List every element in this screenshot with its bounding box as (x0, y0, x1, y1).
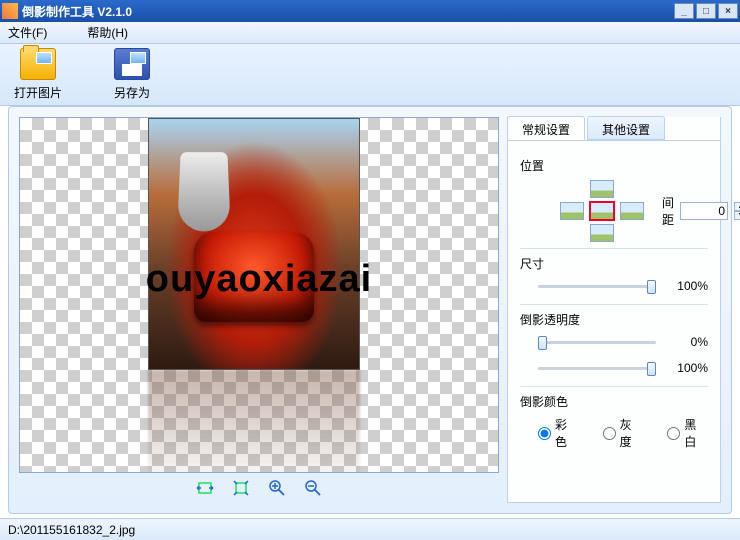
settings-panel: 常规设置 其他设置 位置 间距 (507, 117, 721, 503)
saveas-label: 另存为 (114, 84, 150, 101)
status-path: D:\201155161832_2.jpg (8, 523, 135, 537)
opacity-top-slider[interactable] (538, 334, 656, 350)
radio-bw[interactable]: 黑白 (667, 416, 708, 450)
size-slider-row: 100% (538, 278, 708, 294)
separator (520, 248, 708, 249)
color-radios: 彩色 灰度 黑白 (538, 416, 708, 450)
opacity-bottom-value: 100% (666, 361, 708, 375)
save-as-button[interactable]: 另存为 (114, 48, 150, 101)
open-image-button[interactable]: 打开图片 (14, 48, 62, 101)
size-value: 100% (666, 279, 708, 293)
pos-center[interactable] (590, 202, 614, 220)
window-controls: _ □ × (674, 3, 738, 19)
position-grid (560, 180, 646, 242)
zoom-in-icon[interactable] (268, 479, 286, 497)
close-button[interactable]: × (718, 3, 738, 19)
pos-top[interactable] (590, 180, 614, 198)
spacing-spinner: ▲ ▼ (734, 202, 740, 220)
tab-general[interactable]: 常规设置 (507, 116, 585, 140)
window-title: 倒影制作工具 V2.1.0 (22, 3, 674, 20)
preview-toolbar (19, 473, 499, 503)
separator (520, 386, 708, 387)
tabs: 常规设置 其他设置 (507, 116, 721, 140)
radio-bw-input[interactable] (667, 427, 680, 440)
opacity-bottom-slider[interactable] (538, 360, 656, 376)
pos-left[interactable] (560, 202, 584, 220)
opacity-bottom-row: 100% (538, 360, 708, 376)
pos-bottom[interactable] (590, 224, 614, 242)
tab-other[interactable]: 其他设置 (587, 116, 665, 140)
fit-screen-icon[interactable] (232, 479, 250, 497)
image-canvas[interactable]: ouyaoxiazai (19, 117, 499, 473)
menu-file[interactable]: 文件(F) (8, 24, 47, 41)
zoom-out-icon[interactable] (304, 479, 322, 497)
size-slider[interactable] (538, 278, 656, 294)
save-icon (114, 48, 150, 80)
panel-body: 位置 间距 ▲ ▼ (508, 140, 720, 502)
opacity-top-value: 0% (666, 335, 708, 349)
menu-bar: 文件(F) 帮助(H) (0, 22, 740, 44)
fit-width-icon[interactable] (196, 479, 214, 497)
color-label: 倒影颜色 (520, 393, 708, 410)
title-bar: 倒影制作工具 V2.1.0 _ □ × (0, 0, 740, 22)
position-label: 位置 (520, 157, 708, 174)
reflection-image (148, 370, 360, 473)
spacing-label: 间距 (662, 194, 674, 228)
status-bar: D:\201155161832_2.jpg (0, 518, 740, 540)
separator (520, 304, 708, 305)
open-label: 打开图片 (14, 84, 62, 101)
opacity-label: 倒影透明度 (520, 311, 708, 328)
opacity-top-row: 0% (538, 334, 708, 350)
radio-color-input[interactable] (538, 427, 551, 440)
radio-gray-input[interactable] (603, 427, 616, 440)
source-image (148, 118, 360, 370)
size-label: 尺寸 (520, 255, 708, 272)
folder-icon (20, 48, 56, 80)
spin-down[interactable]: ▼ (734, 211, 740, 220)
main-area: ouyaoxiazai 常规设置 其他设置 位置 (8, 106, 732, 514)
toolbar: 打开图片 另存为 (0, 44, 740, 106)
spacing-control: 间距 ▲ ▼ (662, 194, 740, 228)
pos-right[interactable] (620, 202, 644, 220)
position-row: 间距 ▲ ▼ (520, 180, 708, 242)
spacing-input[interactable] (680, 202, 728, 220)
radio-color[interactable]: 彩色 (538, 416, 579, 450)
app-icon (2, 3, 18, 19)
radio-gray[interactable]: 灰度 (603, 416, 644, 450)
minimize-button[interactable]: _ (674, 3, 694, 19)
preview-pane: ouyaoxiazai (19, 117, 499, 503)
menu-help[interactable]: 帮助(H) (87, 24, 128, 41)
maximize-button[interactable]: □ (696, 3, 716, 19)
spin-up[interactable]: ▲ (734, 202, 740, 211)
